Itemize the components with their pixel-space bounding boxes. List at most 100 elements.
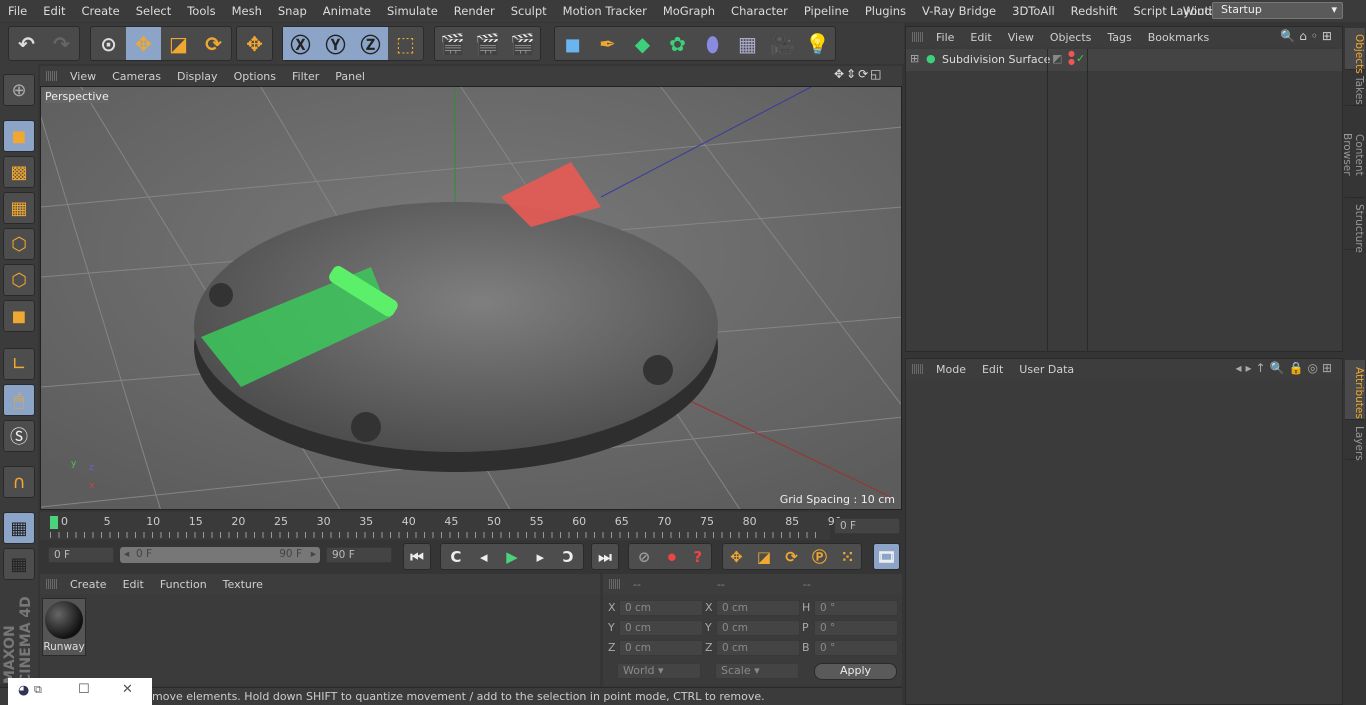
cloner-icon[interactable]: ✿ (660, 27, 695, 60)
menu-file[interactable]: File (928, 31, 962, 44)
edges-mode-icon[interactable]: ⬡ (3, 264, 35, 296)
menu-edit[interactable]: Edit (974, 363, 1011, 376)
next-frame-icon[interactable]: ▸ (536, 548, 544, 566)
timeline-ruler[interactable]: 051015202530354045505560657075808590 (40, 512, 842, 540)
position-x-field[interactable]: 0 cm (619, 600, 703, 616)
menu-tags[interactable]: Tags (1099, 31, 1139, 44)
rotation-h-field[interactable]: 0 ° (814, 600, 898, 616)
move-icon[interactable]: ✥ (126, 27, 161, 60)
coordinate-system-icon[interactable]: ⬚ (388, 27, 423, 60)
menu-edit[interactable]: Edit (115, 578, 152, 591)
tab-structure[interactable]: Structure (1345, 198, 1365, 253)
menu-cameras[interactable]: Cameras (104, 70, 169, 83)
menu-snap[interactable]: Snap (270, 4, 315, 18)
solo-icon[interactable]: Ⓢ (3, 420, 35, 452)
material-runway[interactable]: Runway (42, 598, 86, 656)
menu-character[interactable]: Character (723, 4, 796, 18)
menu-edit[interactable]: Edit (35, 4, 73, 18)
subdivision-icon[interactable]: ◆ (625, 27, 660, 60)
menu-filter[interactable]: Filter (284, 70, 327, 83)
record-icon[interactable]: ⏺ (668, 548, 676, 566)
maximize-icon[interactable]: ☐ (78, 682, 90, 697)
close-icon[interactable]: ✕ (122, 682, 133, 697)
x-axis-icon[interactable]: Ⓧ (283, 27, 318, 60)
key-rotation-icon[interactable]: ⟳ (785, 548, 798, 566)
viewport-nav-icons[interactable]: ✥⇕⟳◱ (834, 67, 884, 81)
light-icon[interactable]: 💡 (800, 27, 835, 60)
go-to-end-button[interactable]: ⏭ (591, 543, 619, 570)
viewport-perspective[interactable]: Perspective Grid Spacing : 10 cm y z x (40, 86, 902, 510)
axis-mode-icon[interactable]: ∟ (3, 348, 35, 380)
menu-panel[interactable]: Panel (327, 70, 373, 83)
tab-layers[interactable]: Layers (1345, 420, 1365, 461)
rotation-b-field[interactable]: 0 ° (814, 640, 898, 656)
visibility-dots-icon[interactable]: ● ● (1068, 50, 1075, 66)
enabled-check-icon[interactable]: ✓ (1076, 52, 1085, 65)
snap-icon[interactable]: ∩ (3, 466, 35, 498)
motion-record-icon[interactable]: ⊘ (638, 548, 651, 566)
menu-motion-tracker[interactable]: Motion Tracker (555, 4, 655, 18)
render-view-icon[interactable]: 🎬 (435, 27, 470, 60)
menu-create[interactable]: Create (62, 578, 115, 591)
redo-icon[interactable]: ↷ (44, 27, 79, 60)
workplane-lock-icon[interactable]: ▦ (3, 512, 35, 544)
restore-icon[interactable]: ⧉ (34, 683, 42, 697)
menu-options[interactable]: Options (226, 70, 284, 83)
rotation-p-field[interactable]: 0 ° (814, 620, 898, 636)
play-icon[interactable]: ▶ (506, 548, 518, 566)
recent-move-icon[interactable]: ✥ (237, 27, 272, 60)
camera-icon[interactable]: 🎥 (765, 27, 800, 60)
menu-plugins[interactable]: Plugins (857, 4, 914, 18)
floor-icon[interactable]: ▦ (730, 27, 765, 60)
model-mode-icon[interactable]: ◼ (3, 120, 35, 152)
key-position-icon[interactable]: ✥ (730, 548, 743, 566)
expand-icon[interactable]: ⊞ (910, 52, 919, 65)
tweak-icon[interactable]: 🖱 (3, 384, 35, 416)
position-y-field[interactable]: 0 cm (619, 620, 703, 636)
key-scale-icon[interactable]: ◪ (757, 548, 771, 566)
menu-edit[interactable]: Edit (962, 31, 999, 44)
workplane-icon[interactable]: ▦ (3, 192, 35, 224)
menu-function[interactable]: Function (152, 578, 215, 591)
live-selection-icon[interactable]: ⊙ (91, 27, 126, 60)
world-dropdown[interactable]: World ▾ (617, 663, 701, 679)
menu-mograph[interactable]: MoGraph (655, 4, 723, 18)
texture-mode-icon[interactable]: ▩ (3, 156, 35, 188)
object-toolbar-icons[interactable]: 🔍⌂◦⊞ (1280, 29, 1336, 43)
tab-content-browser[interactable]: Content Browser (1341, 106, 1365, 198)
auto-key-icon[interactable]: ? (693, 548, 702, 566)
menu-select[interactable]: Select (128, 4, 179, 18)
object-row-subdivision-surface[interactable]: ⊞ ● Subdivision Surface ◩ ● ● ✓ (906, 49, 1342, 71)
playhead[interactable] (50, 516, 58, 529)
menu-mode[interactable]: Mode (928, 363, 974, 376)
cube-icon[interactable]: ◼ (555, 27, 590, 60)
key-pla-icon[interactable]: ⁙ (841, 548, 854, 566)
prev-frame-icon[interactable]: ◂ (480, 548, 488, 566)
next-key-icon[interactable]: Ↄ (563, 548, 574, 566)
prev-key-icon[interactable]: C (450, 548, 461, 566)
scale-icon[interactable]: ◪ (161, 27, 196, 60)
menu-create[interactable]: Create (74, 4, 128, 18)
size-y-field[interactable]: 0 cm (716, 620, 800, 636)
points-mode-icon[interactable]: ⬡ (3, 228, 35, 260)
size-z-field[interactable]: 0 cm (716, 640, 800, 656)
menu-display[interactable]: Display (169, 70, 226, 83)
menu-pipeline[interactable]: Pipeline (796, 4, 857, 18)
frame-range-slider[interactable]: ◂ 0 F 90 F ▸ (120, 547, 320, 563)
apply-button[interactable]: Apply (814, 663, 897, 680)
menu-file[interactable]: File (0, 4, 35, 18)
menu-v-ray-bridge[interactable]: V-Ray Bridge (914, 4, 1004, 18)
size-x-field[interactable]: 0 cm (716, 600, 800, 616)
position-z-field[interactable]: 0 cm (619, 640, 703, 656)
attribute-toolbar-icons[interactable]: ◂▸↑🔍🔒◎⊞ (1235, 361, 1336, 375)
key-param-icon[interactable]: Ⓟ (812, 546, 827, 567)
render-settings-icon[interactable]: 🎬 (505, 27, 540, 60)
layout-dropdown[interactable]: Startup ▾ (1212, 2, 1343, 19)
render-picture-viewer-icon[interactable]: 🎬 (470, 27, 505, 60)
scale-dropdown[interactable]: Scale ▾ (715, 663, 799, 679)
menu-user-data[interactable]: User Data (1011, 363, 1082, 376)
tab-objects[interactable]: Objects (1345, 28, 1365, 74)
menu-bookmarks[interactable]: Bookmarks (1140, 31, 1217, 44)
menu-tools[interactable]: Tools (179, 4, 223, 18)
y-axis-icon[interactable]: Ⓨ (318, 27, 353, 60)
